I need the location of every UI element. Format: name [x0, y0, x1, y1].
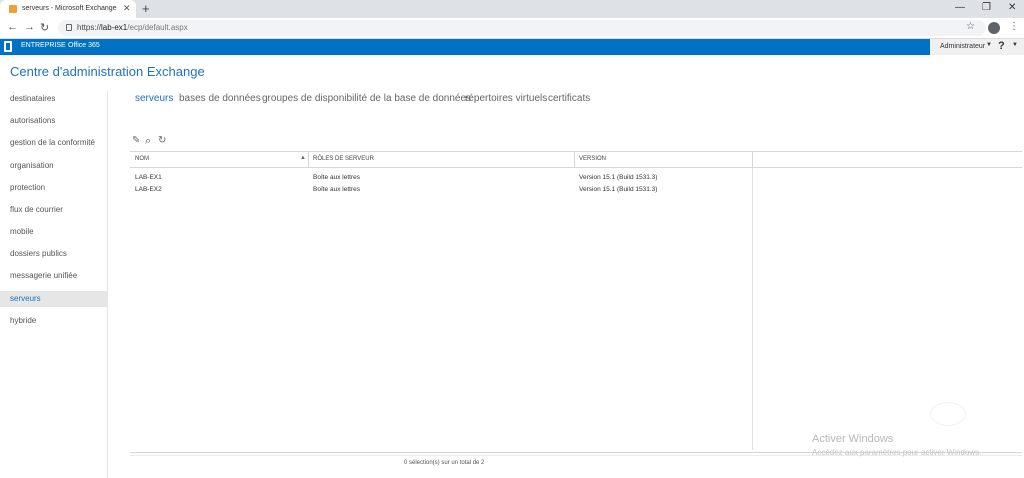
chevron-down-icon[interactable]: ▼ [1012, 42, 1018, 48]
office365-top-bar: ENTREPRISE Office 365 [0, 39, 1024, 55]
column-divider[interactable] [574, 152, 575, 168]
cell-nom: LAB-EX2 [135, 186, 162, 193]
close-tab-icon[interactable]: ✕ [123, 3, 131, 14]
left-navigation: destinataires autorisations gestion de l… [0, 90, 108, 478]
office-logo-icon[interactable] [4, 41, 12, 52]
details-pane-divider [752, 168, 753, 450]
nav-item-destinataires[interactable]: destinataires [0, 91, 108, 107]
cell-version: Version 15.1 (Build 1531.3) [579, 174, 658, 181]
admin-user-menu[interactable]: Administrateur [940, 43, 985, 50]
forward-button[interactable]: → [24, 21, 35, 33]
column-divider[interactable] [308, 152, 309, 168]
nav-item-mobile[interactable]: mobile [0, 224, 108, 240]
selection-status: 0 sélection(s) sur un total de 2 [404, 460, 485, 466]
close-window-button[interactable]: ✕ [1008, 2, 1016, 13]
tab-groupes-disponibilite[interactable]: groupes de disponibilité de la base de d… [262, 93, 471, 104]
browser-tabstrip: serveurs - Microsoft Exchange ✕ + — ❐ ✕ [0, 0, 1024, 18]
nav-item-autorisations[interactable]: autorisations [0, 113, 108, 129]
address-bar[interactable]: https://lab-ex1/ecp/default.aspx [58, 20, 986, 36]
edit-icon[interactable]: ✎ [132, 135, 140, 146]
search-icon[interactable]: ⌕ [145, 135, 151, 148]
bookmark-star-icon[interactable]: ☆ [966, 21, 975, 32]
nav-item-messagerie-unifiee[interactable]: messagerie unifiée [0, 268, 108, 284]
refresh-icon[interactable]: ↻ [158, 135, 166, 146]
nav-item-serveurs[interactable]: serveurs [0, 291, 108, 307]
nav-item-hybride[interactable]: hybride [0, 313, 108, 329]
browser-menu-icon[interactable]: ⋮ [1009, 21, 1019, 32]
page-title: Centre d'administration Exchange [10, 64, 205, 79]
tab-bases-de-donnees[interactable]: bases de données [179, 93, 261, 104]
nav-item-gestion-conformite[interactable]: gestion de la conformité [0, 135, 108, 151]
minimize-window-button[interactable]: — [955, 2, 965, 13]
column-header-version[interactable]: VERSION [579, 156, 606, 162]
url-text: https://lab-ex1/ecp/default.aspx [77, 23, 188, 32]
browser-toolbar: ← → ↻ https://lab-ex1/ecp/default.aspx [0, 18, 1024, 39]
column-header-roles[interactable]: RÔLES DE SERVEUR [313, 156, 374, 162]
exchange-favicon-icon [9, 5, 17, 13]
nav-item-dossiers-publics[interactable]: dossiers publics [0, 246, 108, 262]
back-button[interactable]: ← [7, 21, 18, 33]
lock-icon [66, 24, 72, 31]
office365-link[interactable]: Office 365 [68, 42, 100, 49]
nav-item-organisation[interactable]: organisation [0, 158, 108, 174]
watermark-logo-icon [930, 402, 966, 426]
nav-item-flux-courrier[interactable]: flux de courrier [0, 202, 108, 218]
cell-roles: Boîte aux lettres [313, 186, 360, 193]
restore-window-button[interactable]: ❐ [982, 2, 991, 13]
new-tab-button[interactable]: + [142, 1, 150, 16]
cell-nom: LAB-EX1 [135, 174, 162, 181]
profile-avatar-icon[interactable] [988, 22, 1000, 34]
sort-ascending-icon[interactable]: ▲ [300, 155, 306, 161]
browser-tab[interactable]: serveurs - Microsoft Exchange ✕ [0, 0, 136, 18]
activation-watermark-title: Activer Windows [812, 433, 894, 445]
column-header-nom[interactable]: NOM [135, 156, 149, 162]
tab-repertoires-virtuels[interactable]: répertoires virtuels [465, 93, 547, 104]
help-icon[interactable]: ? [998, 40, 1005, 52]
tab-certificats[interactable]: certificats [548, 93, 590, 104]
reload-button[interactable]: ↻ [40, 21, 49, 34]
chevron-down-icon[interactable]: ▼ [986, 42, 992, 48]
column-divider[interactable] [752, 152, 753, 168]
tab-serveurs[interactable]: serveurs [135, 93, 173, 104]
nav-item-protection[interactable]: protection [0, 180, 108, 196]
cell-roles: Boîte aux lettres [313, 174, 360, 181]
cell-version: Version 15.1 (Build 1531.3) [579, 186, 658, 193]
grid-header: NOM ▲ RÔLES DE SERVEUR VERSION [130, 151, 1022, 168]
enterprise-link[interactable]: ENTREPRISE [21, 42, 66, 49]
activation-watermark-subtitle: Accédez aux paramètres pour activer Wind… [812, 448, 982, 457]
browser-tab-title: serveurs - Microsoft Exchange [22, 5, 117, 12]
admin-menu-area: Administrateur ▼ ? ▼ [930, 39, 1024, 55]
